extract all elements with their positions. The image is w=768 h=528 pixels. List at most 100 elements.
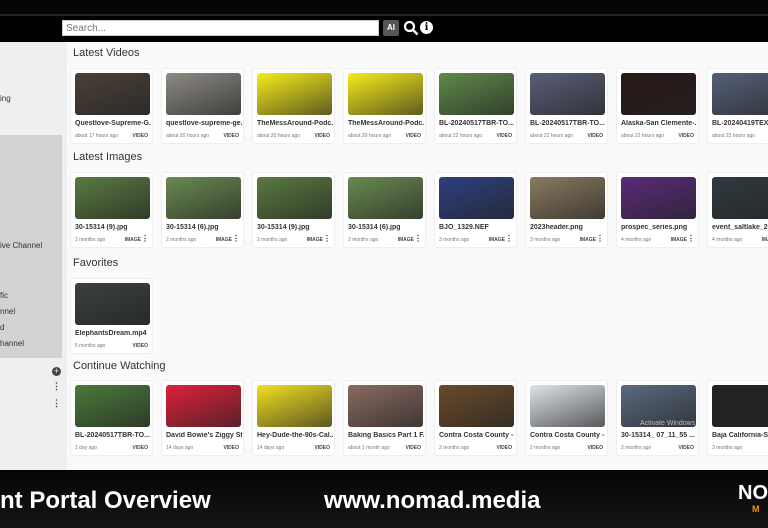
media-card[interactable]: Questlove-Supreme-G... about 17 hours ag… (70, 68, 153, 144)
sidebar-item[interactable]: fic (0, 291, 8, 300)
card-type: VIDEO (587, 133, 603, 139)
media-card[interactable]: BL-20240419TEX-... about 23 hours ago (707, 68, 768, 144)
media-card[interactable]: BL-20240517TBR-TO... 1 day ago VIDEO (70, 380, 153, 456)
thumbnail[interactable] (621, 177, 696, 219)
info-icon[interactable]: i (420, 21, 433, 34)
card-title: BL-20240419TEX-... (712, 120, 768, 127)
section-title: Latest Videos (73, 47, 140, 59)
thumbnail[interactable] (348, 385, 423, 427)
thumbnail[interactable] (530, 177, 605, 219)
card-title: David Bowie's Ziggy St... (166, 432, 242, 439)
search-input[interactable] (62, 20, 379, 36)
media-card[interactable]: ElephantsDream.mp4 5 months ago VIDEO (70, 278, 153, 354)
media-card[interactable]: BL-20240517TBR-TO... about 22 hours ago … (525, 68, 608, 144)
card-title: Baking Basics Part 1 F... (348, 432, 424, 439)
media-card[interactable]: questlove-supreme-ge... about 20 hours a… (161, 68, 244, 144)
kebab-icon[interactable]: ⋮ (232, 235, 240, 243)
media-card[interactable]: 30-15314 (6).jpg 2 months ago IMAGE ⋮ (343, 172, 426, 248)
card-title: prospec_series.png (621, 224, 688, 231)
media-card[interactable]: 2023header.png 3 months ago IMAGE ⋮ (525, 172, 608, 248)
thumbnail[interactable] (257, 73, 332, 115)
thumbnail[interactable] (166, 177, 241, 219)
media-card[interactable]: 30-15314 (6).jpg 2 months ago IMAGE ⋮ (161, 172, 244, 248)
divider (0, 14, 768, 16)
thumbnail[interactable] (439, 177, 514, 219)
card-type: IMAGE (670, 237, 687, 243)
media-card[interactable]: Baja California-San... 3 months ago (707, 380, 768, 456)
media-card[interactable]: TheMessAround-Podc... about 20 hours ago… (343, 68, 426, 144)
media-card[interactable]: 30-15314 (9).jpg 2 months ago IMAGE ⋮ (70, 172, 153, 248)
card-date: 14 days ago (166, 445, 194, 451)
kebab-icon[interactable]: ⋮ (52, 382, 61, 391)
card-type: VIDEO (132, 445, 148, 451)
thumbnail[interactable] (348, 73, 423, 115)
card-date: about 23 hours ago (712, 133, 756, 139)
media-card[interactable]: BJO_1329.NEF 3 months ago IMAGE ⋮ (434, 172, 517, 248)
media-card[interactable]: BL-20240517TBR-TO... about 22 hours ago … (434, 68, 517, 144)
add-circle-icon[interactable]: + (52, 367, 61, 376)
media-card[interactable]: Contra Costa County - ... 2 months ago V… (525, 380, 608, 456)
thumbnail[interactable] (348, 177, 423, 219)
kebab-icon[interactable]: ⋮ (687, 235, 695, 243)
card-date: 14 days ago (257, 445, 285, 451)
kebab-icon[interactable]: ⋮ (414, 235, 422, 243)
card-date: about 20 hours ago (257, 133, 301, 139)
sidebar-item[interactable]: ive Channel (0, 241, 42, 250)
card-title: BJO_1329.NEF (439, 224, 489, 231)
card-title: 2023header.png (530, 224, 583, 231)
thumbnail[interactable] (257, 177, 332, 219)
kebab-icon[interactable]: ⋮ (52, 399, 61, 408)
media-card[interactable]: Baking Basics Part 1 F... about 1 month … (343, 380, 426, 456)
thumbnail[interactable] (75, 283, 150, 325)
sidebar-item[interactable]: ing (0, 94, 11, 103)
thumbnail[interactable] (712, 385, 768, 427)
card-row: ElephantsDream.mp4 5 months ago VIDEO (70, 278, 153, 354)
kebab-icon[interactable]: ⋮ (323, 235, 331, 243)
thumbnail[interactable] (530, 385, 605, 427)
thumbnail[interactable] (75, 177, 150, 219)
card-title: Hey-Dude-the-90s-Cal... (257, 432, 333, 439)
card-type: IMAGE (579, 237, 596, 243)
sidebar-item[interactable]: hannel (0, 339, 24, 348)
media-card[interactable]: prospec_series.png 4 months ago IMAGE ⋮ (616, 172, 699, 248)
media-card[interactable]: Contra Costa County - ... 2 months ago V… (434, 380, 517, 456)
card-type: VIDEO (496, 133, 512, 139)
card-date: 3 months ago (530, 237, 561, 243)
kebab-icon[interactable]: ⋮ (505, 235, 513, 243)
sidebar: ing ive Channel fic nnel d hannel + ⋮ ⋮ (0, 42, 67, 470)
sidebar-item[interactable]: nnel (0, 307, 15, 316)
media-card[interactable]: event_saltlake_202... 4 months ago IMAGE… (707, 172, 768, 248)
kebab-icon[interactable]: ⋮ (596, 235, 604, 243)
media-card[interactable]: Hey-Dude-the-90s-Cal... 14 days ago VIDE… (252, 380, 335, 456)
media-card[interactable]: TheMessAround-Podc... about 20 hours ago… (252, 68, 335, 144)
card-date: 2 months ago (75, 237, 106, 243)
thumbnail[interactable] (530, 73, 605, 115)
card-title: event_saltlake_202... (712, 224, 768, 231)
card-type: VIDEO (496, 445, 512, 451)
search-icon[interactable] (403, 20, 419, 36)
ai-search-button[interactable]: AI (383, 20, 399, 36)
thumbnail[interactable] (75, 73, 150, 115)
sidebar-item[interactable]: d (0, 323, 4, 332)
activation-watermark: Activate Windows (640, 420, 696, 427)
thumbnail[interactable] (75, 385, 150, 427)
thumbnail[interactable] (166, 73, 241, 115)
card-type: VIDEO (223, 445, 239, 451)
card-type: IMAGE (124, 237, 141, 243)
section-title: Continue Watching (73, 360, 166, 372)
thumbnail[interactable] (257, 385, 332, 427)
thumbnail[interactable] (712, 73, 768, 115)
thumbnail[interactable] (712, 177, 768, 219)
thumbnail[interactable] (166, 385, 241, 427)
card-title: 30-15314 (6).jpg (348, 224, 401, 231)
media-card[interactable]: 30-15314 (9).jpg 2 months ago IMAGE ⋮ (252, 172, 335, 248)
card-row: 30-15314 (9).jpg 2 months ago IMAGE ⋮ 30-… (70, 172, 768, 248)
kebab-icon[interactable]: ⋮ (141, 235, 149, 243)
thumbnail[interactable] (439, 385, 514, 427)
card-type: VIDEO (314, 445, 330, 451)
media-card[interactable]: 30-15314_ 07_11_55 ... 2 months ago VIDE… (616, 380, 699, 456)
media-card[interactable]: David Bowie's Ziggy St... 14 days ago VI… (161, 380, 244, 456)
media-card[interactable]: Alaska-San Clemente-... about 22 hours a… (616, 68, 699, 144)
thumbnail[interactable] (439, 73, 514, 115)
thumbnail[interactable] (621, 73, 696, 115)
